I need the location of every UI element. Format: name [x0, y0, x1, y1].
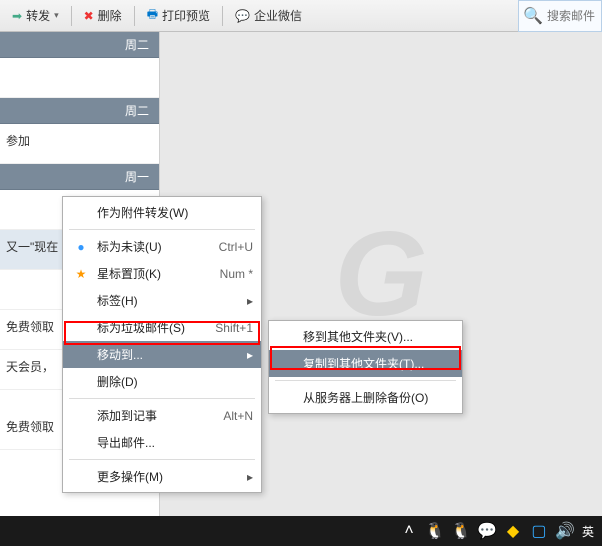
- arrow-right-icon: ▸: [237, 470, 253, 484]
- menu-shortcut: Num *: [200, 267, 253, 281]
- menu-separator: [69, 398, 255, 399]
- print-icon: 🖶: [147, 5, 158, 26]
- mail-item[interactable]: 参加: [0, 124, 159, 164]
- arrow-right-icon: ▸: [237, 294, 253, 308]
- menu-more[interactable]: 更多操作(M) ▸: [63, 463, 261, 490]
- menu-tag[interactable]: 标签(H) ▸: [63, 287, 261, 314]
- menu-shortcut: Alt+N: [203, 409, 253, 423]
- volume-icon[interactable]: 🔊: [556, 522, 574, 540]
- search-box[interactable]: 🔍: [518, 0, 602, 32]
- wecom-button[interactable]: 💬 企业微信: [229, 4, 308, 27]
- dot-icon: ●: [71, 240, 91, 254]
- menu-separator: [69, 229, 255, 230]
- ime-indicator[interactable]: 英: [582, 523, 594, 540]
- wechat-icon[interactable]: 💬: [478, 522, 496, 540]
- dropdown-icon: ▾: [54, 10, 59, 21]
- tray-up-icon[interactable]: ˄: [400, 522, 418, 540]
- print-button[interactable]: 🖶 打印预览: [141, 2, 216, 29]
- menu-shortcut: Ctrl+U: [199, 240, 253, 254]
- menu-move-to[interactable]: 移动到... ▸: [63, 341, 261, 368]
- search-input[interactable]: [547, 9, 597, 23]
- menu-label: 从服务器上删除备份(O): [297, 389, 454, 406]
- delete-label: 删除: [98, 7, 122, 24]
- context-submenu: 移到其他文件夹(V)... 复制到其他文件夹(T)... 从服务器上删除备份(O…: [268, 320, 463, 414]
- menu-export[interactable]: 导出邮件...: [63, 429, 261, 456]
- menu-label: 添加到记事: [91, 407, 203, 424]
- app-icon[interactable]: ◆: [504, 522, 522, 540]
- menu-delete[interactable]: 删除(D): [63, 368, 261, 395]
- delete-icon: ✖: [84, 9, 94, 23]
- wecom-label: 企业微信: [254, 7, 302, 24]
- menu-star-top[interactable]: ★ 星标置顶(K) Num *: [63, 260, 261, 287]
- separator: [222, 6, 223, 26]
- qq-icon[interactable]: 🐧: [452, 522, 470, 540]
- menu-label: 移到其他文件夹(V)...: [297, 328, 454, 345]
- star-icon: ★: [71, 267, 91, 281]
- search-icon: 🔍: [523, 6, 543, 26]
- menu-label: 标签(H): [91, 292, 237, 309]
- menu-mark-junk[interactable]: 标为垃圾邮件(S) Shift+1: [63, 314, 261, 341]
- menu-mark-unread[interactable]: ● 标为未读(U) Ctrl+U: [63, 233, 261, 260]
- menu-shortcut: Shift+1: [195, 321, 253, 335]
- forward-label: 转发: [26, 7, 50, 24]
- separator: [134, 6, 135, 26]
- menu-copy-other[interactable]: 复制到其他文件夹(T)...: [269, 350, 462, 377]
- menu-label: 标为垃圾邮件(S): [91, 319, 195, 336]
- menu-label: 星标置顶(K): [91, 265, 200, 282]
- menu-label: 更多操作(M): [91, 468, 237, 485]
- forward-button[interactable]: ➡ 转发 ▾: [6, 4, 65, 27]
- menu-separator: [275, 380, 456, 381]
- delete-button[interactable]: ✖ 删除: [78, 4, 128, 27]
- arrow-right-icon: ▸: [237, 348, 253, 362]
- menu-label: 作为附件转发(W): [91, 204, 253, 221]
- taskbar: ˄ 🐧 🐧 💬 ◆ ▢ 🔊 英: [0, 516, 602, 546]
- mail-item[interactable]: [0, 58, 159, 98]
- menu-label: 复制到其他文件夹(T)...: [297, 355, 454, 372]
- menu-delete-server[interactable]: 从服务器上删除备份(O): [269, 384, 462, 411]
- print-label: 打印预览: [162, 7, 210, 24]
- app-icon[interactable]: ▢: [530, 522, 548, 540]
- separator: [71, 6, 72, 26]
- context-menu: 作为附件转发(W) ● 标为未读(U) Ctrl+U ★ 星标置顶(K) Num…: [62, 196, 262, 493]
- menu-label: 导出邮件...: [91, 434, 253, 451]
- qq-icon[interactable]: 🐧: [426, 522, 444, 540]
- menu-add-todo[interactable]: 添加到记事 Alt+N: [63, 402, 261, 429]
- day-header: 周二: [0, 32, 159, 58]
- menu-move-other[interactable]: 移到其他文件夹(V)...: [269, 323, 462, 350]
- menu-separator: [69, 459, 255, 460]
- menu-label: 标为未读(U): [91, 238, 199, 255]
- toolbar: ➡ 转发 ▾ ✖ 删除 🖶 打印预览 💬 企业微信: [0, 0, 602, 32]
- day-header: 周二: [0, 98, 159, 124]
- menu-label: 移动到...: [91, 346, 237, 363]
- menu-label: 删除(D): [91, 373, 253, 390]
- wecom-icon: 💬: [235, 9, 250, 23]
- forward-icon: ➡: [12, 9, 22, 23]
- day-header: 周一: [0, 164, 159, 190]
- menu-forward-attachment[interactable]: 作为附件转发(W): [63, 199, 261, 226]
